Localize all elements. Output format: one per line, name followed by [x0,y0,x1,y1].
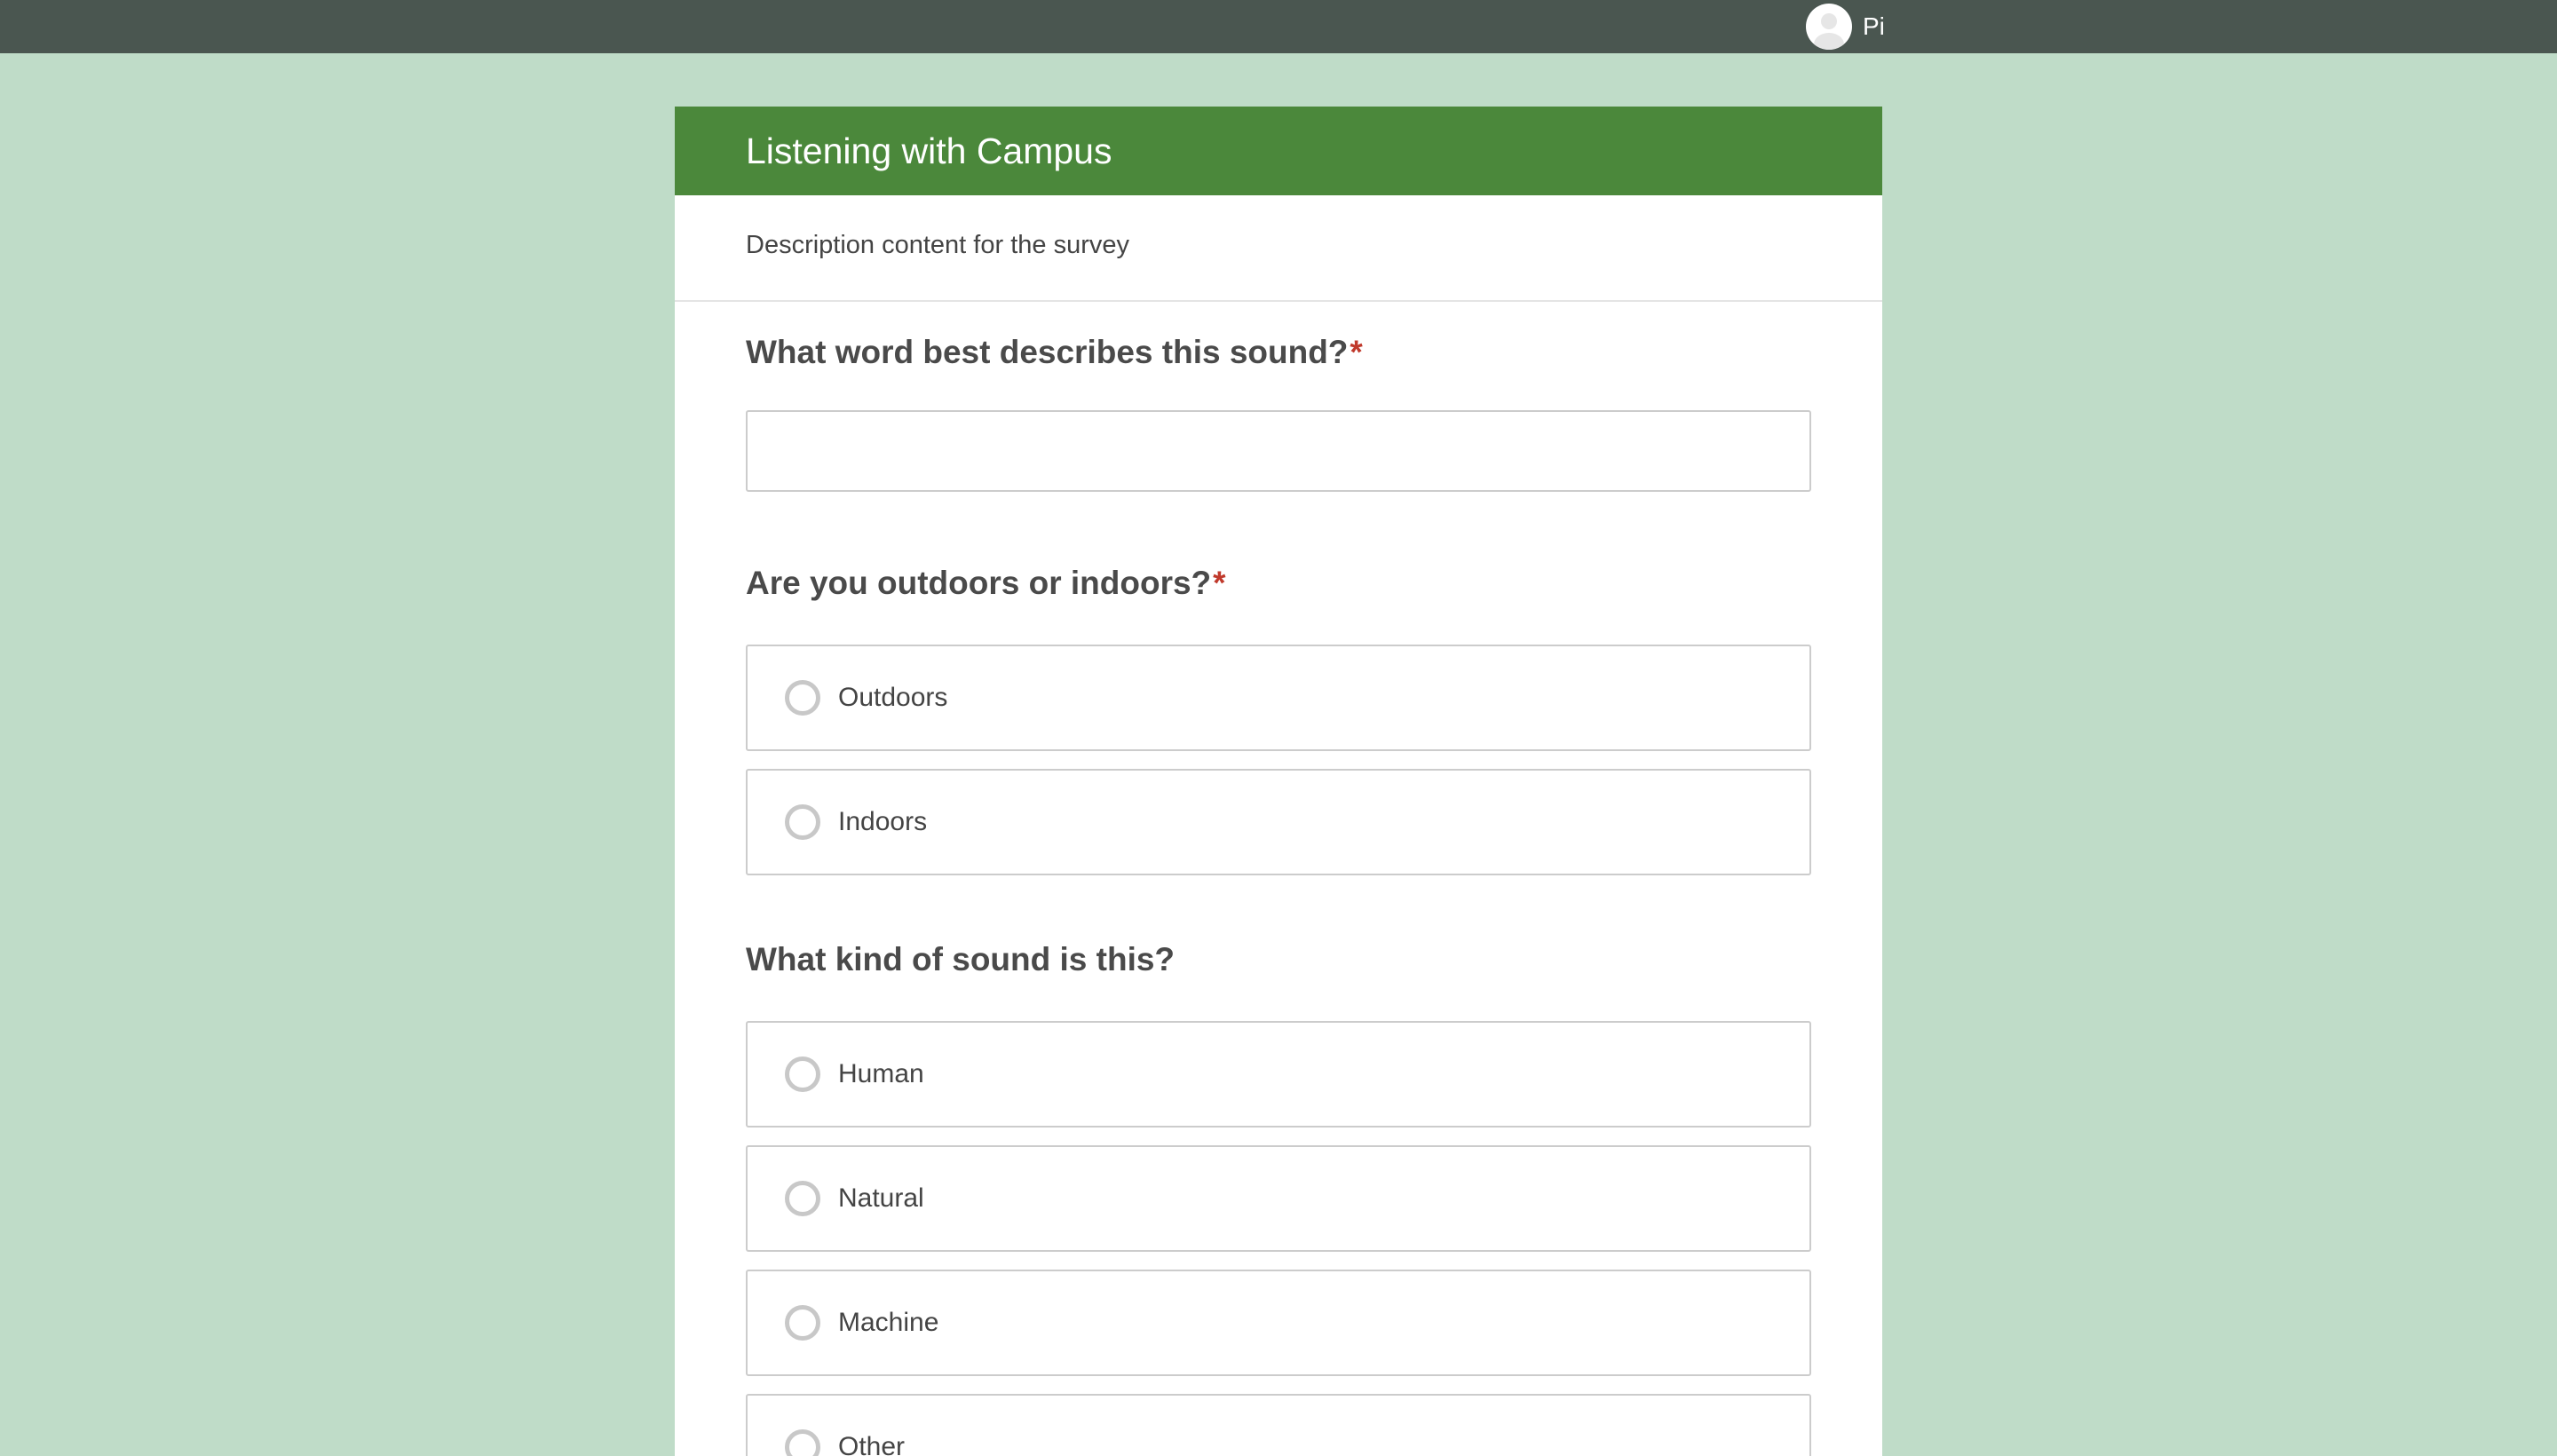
option-natural[interactable]: Natural [746,1145,1811,1252]
survey-description: Description content for the survey [746,231,1129,259]
radio-button[interactable] [785,1305,820,1341]
required-marker: * [1213,565,1226,601]
option-label: Other [838,1432,906,1456]
option-label: Indoors [838,807,928,836]
required-marker: * [1350,334,1363,370]
survey-header: Listening with Campus [675,107,1882,195]
user-menu[interactable]: Pi [1806,4,1885,50]
user-avatar-icon [1806,4,1852,50]
radio-button[interactable] [785,1181,820,1216]
question-text: Are you outdoors or indoors? [746,565,1212,601]
radio-button[interactable] [785,680,820,716]
radio-button[interactable] [785,1429,820,1456]
option-label: Human [838,1059,924,1088]
survey-description-block: Description content for the survey [675,195,1882,302]
radio-button[interactable] [785,1056,820,1092]
option-other[interactable]: Other [746,1394,1811,1456]
survey-title: Listening with Campus [746,130,1112,171]
option-machine[interactable]: Machine [746,1270,1811,1376]
radio-button[interactable] [785,804,820,840]
option-human[interactable]: Human [746,1021,1811,1128]
user-name: Pi [1863,12,1885,40]
question-text: What word best describes this sound? [746,334,1349,370]
option-label: Outdoors [838,683,948,712]
option-label: Natural [838,1183,924,1213]
option-indoors[interactable]: Indoors [746,769,1811,875]
survey-card: Listening with Campus Description conten… [675,107,1882,1456]
question-text: What kind of sound is this? [746,941,1176,977]
sound-word-input[interactable] [746,410,1811,492]
question-title-location: Are you outdoors or indoors?* [746,565,1226,602]
question-title-word: What word best describes this sound?* [746,334,1363,371]
top-bar: Pi [0,0,2557,53]
option-outdoors[interactable]: Outdoors [746,645,1811,751]
question-title-sound-kind: What kind of sound is this? [746,941,1175,978]
option-label: Machine [838,1308,939,1337]
